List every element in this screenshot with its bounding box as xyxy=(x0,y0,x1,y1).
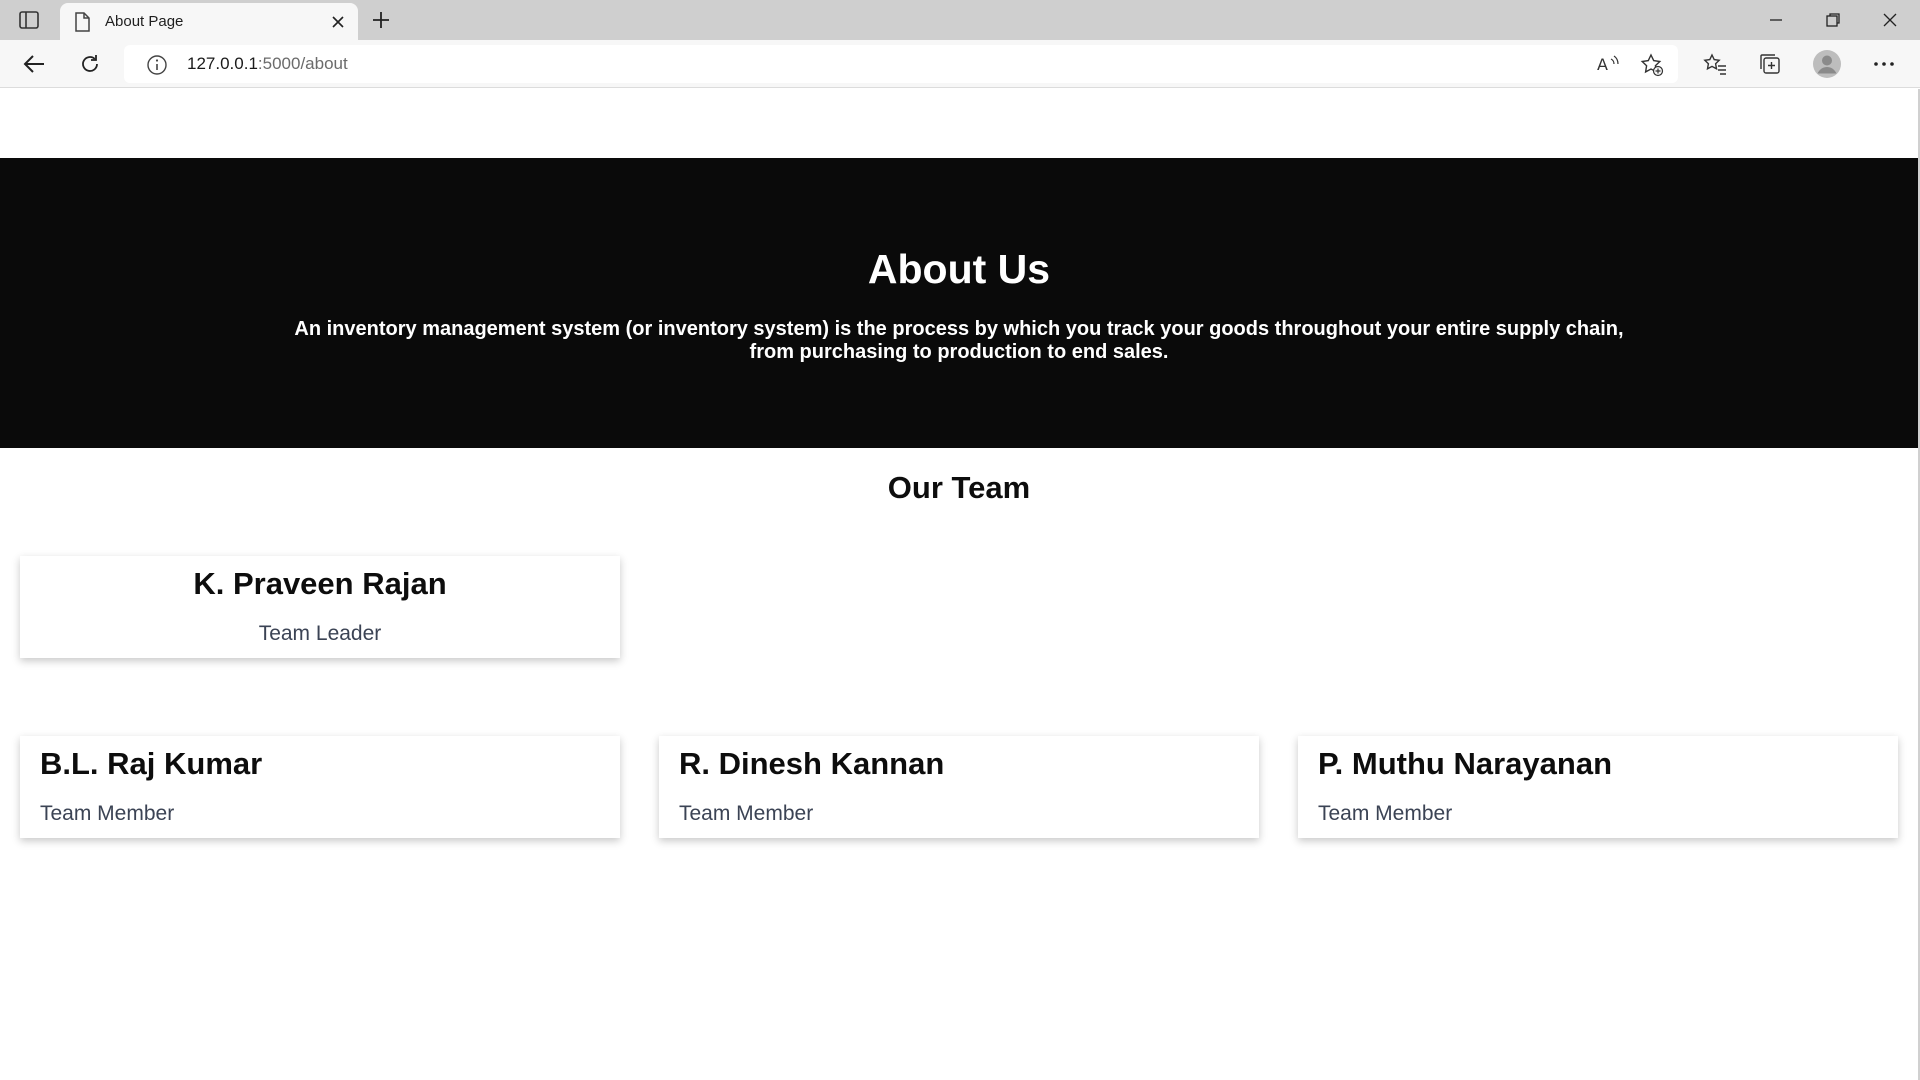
plus-icon[interactable] xyxy=(370,9,392,31)
info-icon[interactable] xyxy=(146,54,168,76)
team-member-name: K. Praveen Rajan xyxy=(193,566,447,601)
tab-title: About Page xyxy=(105,13,184,30)
team-member-role: Team Member xyxy=(1318,802,1453,825)
team-member-name: B.L. Raj Kumar xyxy=(40,746,263,781)
collections-icon[interactable] xyxy=(1755,50,1785,78)
page-title: About Us xyxy=(867,246,1051,292)
browser-tab[interactable]: About Page xyxy=(60,3,358,40)
favorites-icon[interactable] xyxy=(1700,50,1730,78)
about-description: An inventory management system (or inven… xyxy=(294,318,1624,363)
team-heading: Our Team xyxy=(887,470,1031,505)
team-member-role: Team Member xyxy=(40,802,175,825)
close-icon[interactable] xyxy=(328,12,348,32)
team-card-member: R. Dinesh Kannan Team Member xyxy=(659,736,1259,838)
team-member-role: Team Member xyxy=(679,802,814,825)
page-viewport: About Us An inventory management system … xyxy=(0,89,1920,1080)
tab-actions-icon[interactable] xyxy=(18,10,40,30)
svg-text:A: A xyxy=(1597,55,1608,74)
team-member-role: Team Leader xyxy=(258,622,382,645)
refresh-icon[interactable] xyxy=(75,50,105,78)
close-window-icon[interactable] xyxy=(1870,6,1910,34)
back-arrow-icon[interactable] xyxy=(19,50,49,78)
more-icon[interactable] xyxy=(1869,50,1899,78)
url-host: 127.0.0.1 xyxy=(187,54,258,73)
address-bar[interactable]: 127.0.0.1:5000/about A xyxy=(124,45,1678,83)
url-text: 127.0.0.1:5000/about xyxy=(187,54,348,74)
restore-icon[interactable] xyxy=(1813,6,1853,34)
team-member-name: R. Dinesh Kannan xyxy=(679,746,945,781)
team-card-member: B.L. Raj Kumar Team Member xyxy=(20,736,620,838)
url-path: :5000/about xyxy=(257,54,348,73)
team-card-member: P. Muthu Narayanan Team Member xyxy=(1298,736,1898,838)
star-plus-icon[interactable] xyxy=(1640,53,1664,77)
browser-tab-bar: About Page xyxy=(0,0,1920,40)
minimize-icon[interactable] xyxy=(1756,6,1796,34)
read-aloud-icon[interactable]: A xyxy=(1596,53,1620,75)
team-member-name: P. Muthu Narayanan xyxy=(1318,746,1613,781)
profile-icon[interactable] xyxy=(1812,50,1842,78)
browser-toolbar: 127.0.0.1:5000/about A xyxy=(0,40,1920,88)
team-card-leader: K. Praveen Rajan Team Leader xyxy=(20,556,620,658)
document-icon xyxy=(74,12,92,32)
about-hero: About Us An inventory management system … xyxy=(0,158,1918,448)
